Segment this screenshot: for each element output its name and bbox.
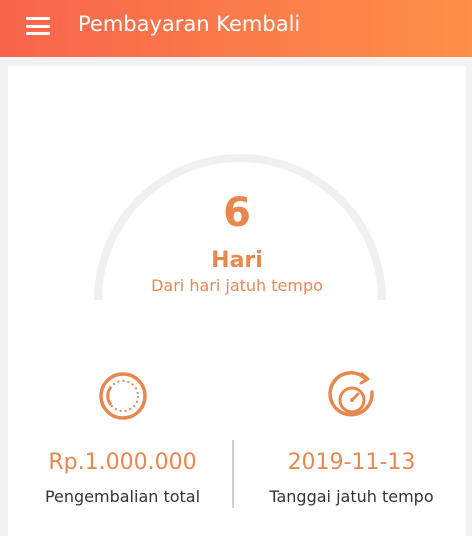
- hamburger-menu-icon[interactable]: [26, 15, 52, 37]
- page-title: Pembayaran Kembali: [78, 12, 301, 36]
- days-unit: Hari: [211, 248, 263, 273]
- total-amount: Rp.1.000.000: [48, 450, 197, 475]
- column-divider: [232, 440, 234, 508]
- total-repayment: Rp.1.000.000 Pengembalian total: [8, 370, 237, 508]
- due-date-value: 2019-11-13: [287, 450, 416, 475]
- total-label: Pengembalian total: [44, 487, 201, 506]
- clock-timer-icon: [327, 371, 374, 417]
- coin-icon: [98, 372, 147, 420]
- repayment-card: 6 Hari Dari hari jatuh tempo Rp.1.000.00…: [8, 66, 466, 536]
- app-bar: Pembayaran Kembali: [0, 0, 472, 57]
- due-date-label: Tanggai jatuh tempo: [269, 487, 434, 506]
- due-date: 2019-11-13 Tanggai jatuh tempo: [237, 370, 466, 508]
- days-remaining: 6: [223, 190, 251, 236]
- countdown-caption: Dari hari jatuh tempo: [151, 276, 323, 295]
